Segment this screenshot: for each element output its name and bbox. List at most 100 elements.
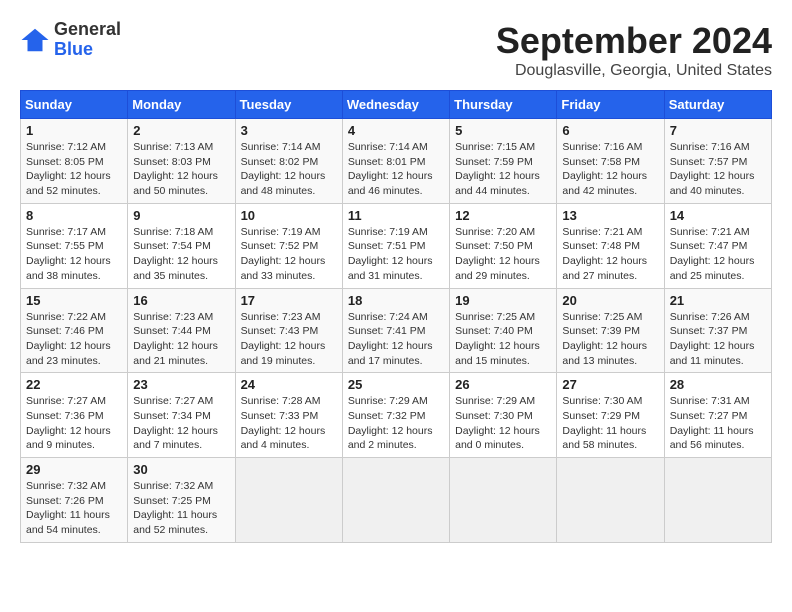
day-number: 5 [455,123,551,138]
day-number: 23 [133,377,229,392]
day-info: Sunrise: 7:20 AM Sunset: 7:50 PM Dayligh… [455,225,551,284]
day-info: Sunrise: 7:32 AM Sunset: 7:26 PM Dayligh… [26,479,122,538]
calendar-cell: 8 Sunrise: 7:17 AM Sunset: 7:55 PM Daylig… [21,203,128,288]
calendar-cell: 13 Sunrise: 7:21 AM Sunset: 7:48 PM Dayli… [557,203,664,288]
calendar-cell [342,458,449,543]
col-header-sunday: Sunday [21,91,128,119]
day-number: 20 [562,293,658,308]
day-number: 29 [26,462,122,477]
day-info: Sunrise: 7:27 AM Sunset: 7:34 PM Dayligh… [133,394,229,453]
logo-icon [20,25,50,55]
calendar-cell [450,458,557,543]
calendar-cell: 26Sunrise: 7:29 AM Sunset: 7:30 PM Dayli… [450,373,557,458]
calendar-week-row: 8 Sunrise: 7:17 AM Sunset: 7:55 PM Daylig… [21,203,772,288]
day-number: 27 [562,377,658,392]
day-info: Sunrise: 7:28 AM Sunset: 7:33 PM Dayligh… [241,394,337,453]
calendar-cell: 5 Sunrise: 7:15 AM Sunset: 7:59 PM Daylig… [450,119,557,204]
day-number: 12 [455,208,551,223]
day-number: 17 [241,293,337,308]
day-number: 21 [670,293,766,308]
col-header-friday: Friday [557,91,664,119]
day-info: Sunrise: 7:18 AM Sunset: 7:54 PM Dayligh… [133,225,229,284]
day-info: Sunrise: 7:14 AM Sunset: 8:02 PM Dayligh… [241,140,337,199]
logo-text: General Blue [54,20,121,60]
day-number: 18 [348,293,444,308]
location: Douglasville, Georgia, United States [496,62,772,80]
calendar-cell: 7Sunrise: 7:16 AM Sunset: 7:57 PM Daylig… [664,119,771,204]
calendar-cell: 29 Sunrise: 7:32 AM Sunset: 7:26 PM Dayli… [21,458,128,543]
day-info: Sunrise: 7:13 AM Sunset: 8:03 PM Dayligh… [133,140,229,199]
calendar-cell: 3 Sunrise: 7:14 AM Sunset: 8:02 PM Daylig… [235,119,342,204]
calendar-cell: 24 Sunrise: 7:28 AM Sunset: 7:33 PM Dayli… [235,373,342,458]
day-info: Sunrise: 7:14 AM Sunset: 8:01 PM Dayligh… [348,140,444,199]
day-info: Sunrise: 7:25 AM Sunset: 7:40 PM Dayligh… [455,310,551,369]
calendar-cell: 23 Sunrise: 7:27 AM Sunset: 7:34 PM Dayli… [128,373,235,458]
calendar-cell [235,458,342,543]
calendar-cell: 19 Sunrise: 7:25 AM Sunset: 7:40 PM Dayli… [450,288,557,373]
day-info: Sunrise: 7:31 AM Sunset: 7:27 PM Dayligh… [670,394,766,453]
day-number: 3 [241,123,337,138]
day-number: 30 [133,462,229,477]
day-number: 10 [241,208,337,223]
day-info: Sunrise: 7:24 AM Sunset: 7:41 PM Dayligh… [348,310,444,369]
day-number: 28 [670,377,766,392]
day-number: 2 [133,123,229,138]
day-info: Sunrise: 7:16 AM Sunset: 7:58 PM Dayligh… [562,140,658,199]
calendar-cell: 4 Sunrise: 7:14 AM Sunset: 8:01 PM Daylig… [342,119,449,204]
calendar-cell: 14 Sunrise: 7:21 AM Sunset: 7:47 PM Dayli… [664,203,771,288]
calendar-cell: 28 Sunrise: 7:31 AM Sunset: 7:27 PM Dayli… [664,373,771,458]
day-info: Sunrise: 7:19 AM Sunset: 7:51 PM Dayligh… [348,225,444,284]
day-number: 22 [26,377,122,392]
col-header-thursday: Thursday [450,91,557,119]
calendar-cell [664,458,771,543]
day-number: 4 [348,123,444,138]
calendar-cell [557,458,664,543]
day-info: Sunrise: 7:17 AM Sunset: 7:55 PM Dayligh… [26,225,122,284]
day-info: Sunrise: 7:21 AM Sunset: 7:48 PM Dayligh… [562,225,658,284]
calendar-cell: 18 Sunrise: 7:24 AM Sunset: 7:41 PM Dayli… [342,288,449,373]
calendar-cell: 12 Sunrise: 7:20 AM Sunset: 7:50 PM Dayli… [450,203,557,288]
calendar-cell: 6 Sunrise: 7:16 AM Sunset: 7:58 PM Daylig… [557,119,664,204]
calendar-cell: 30 Sunrise: 7:32 AM Sunset: 7:25 PM Dayli… [128,458,235,543]
day-info: Sunrise: 7:15 AM Sunset: 7:59 PM Dayligh… [455,140,551,199]
calendar-cell: 2 Sunrise: 7:13 AM Sunset: 8:03 PM Daylig… [128,119,235,204]
title-area: September 2024 Douglasville, Georgia, Un… [496,20,772,80]
day-number: 24 [241,377,337,392]
calendar-header-row: SundayMondayTuesdayWednesdayThursdayFrid… [21,91,772,119]
day-number: 14 [670,208,766,223]
calendar-table: SundayMondayTuesdayWednesdayThursdayFrid… [20,90,772,543]
calendar-cell: 11Sunrise: 7:19 AM Sunset: 7:51 PM Dayli… [342,203,449,288]
calendar-cell: 25Sunrise: 7:29 AM Sunset: 7:32 PM Dayli… [342,373,449,458]
day-number: 7 [670,123,766,138]
month-title: September 2024 [496,20,772,62]
calendar-cell: 16 Sunrise: 7:23 AM Sunset: 7:44 PM Dayli… [128,288,235,373]
page-header: General Blue September 2024 Douglasville… [20,20,772,80]
day-number: 1 [26,123,122,138]
day-number: 9 [133,208,229,223]
day-info: Sunrise: 7:12 AM Sunset: 8:05 PM Dayligh… [26,140,122,199]
col-header-monday: Monday [128,91,235,119]
day-number: 13 [562,208,658,223]
calendar-cell: 27Sunrise: 7:30 AM Sunset: 7:29 PM Dayli… [557,373,664,458]
col-header-wednesday: Wednesday [342,91,449,119]
day-number: 19 [455,293,551,308]
col-header-tuesday: Tuesday [235,91,342,119]
day-info: Sunrise: 7:27 AM Sunset: 7:36 PM Dayligh… [26,394,122,453]
day-info: Sunrise: 7:21 AM Sunset: 7:47 PM Dayligh… [670,225,766,284]
calendar-week-row: 1 Sunrise: 7:12 AM Sunset: 8:05 PM Daylig… [21,119,772,204]
day-number: 16 [133,293,229,308]
day-info: Sunrise: 7:22 AM Sunset: 7:46 PM Dayligh… [26,310,122,369]
day-number: 6 [562,123,658,138]
day-info: Sunrise: 7:25 AM Sunset: 7:39 PM Dayligh… [562,310,658,369]
day-info: Sunrise: 7:19 AM Sunset: 7:52 PM Dayligh… [241,225,337,284]
calendar-cell: 1 Sunrise: 7:12 AM Sunset: 8:05 PM Daylig… [21,119,128,204]
col-header-saturday: Saturday [664,91,771,119]
day-info: Sunrise: 7:23 AM Sunset: 7:43 PM Dayligh… [241,310,337,369]
day-info: Sunrise: 7:23 AM Sunset: 7:44 PM Dayligh… [133,310,229,369]
calendar-cell: 10 Sunrise: 7:19 AM Sunset: 7:52 PM Dayli… [235,203,342,288]
calendar-cell: 21Sunrise: 7:26 AM Sunset: 7:37 PM Dayli… [664,288,771,373]
day-number: 25 [348,377,444,392]
day-number: 8 [26,208,122,223]
day-info: Sunrise: 7:32 AM Sunset: 7:25 PM Dayligh… [133,479,229,538]
calendar-cell: 15Sunrise: 7:22 AM Sunset: 7:46 PM Dayli… [21,288,128,373]
